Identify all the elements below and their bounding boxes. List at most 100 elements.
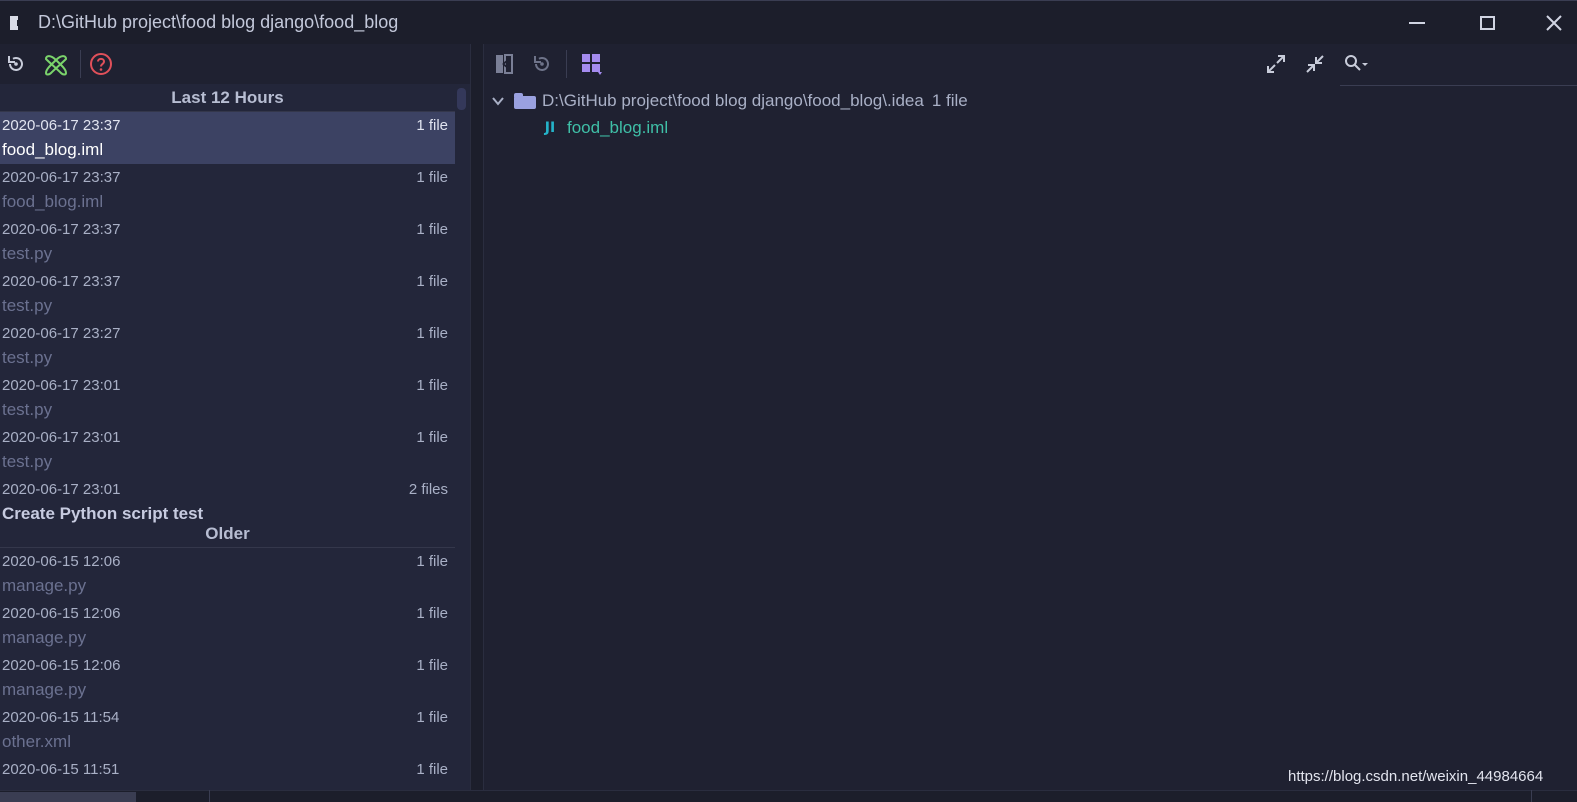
horizontal-scrollbar[interactable]	[0, 790, 1577, 802]
entry-file-count: 1 file	[416, 169, 448, 186]
entry-name: test.py	[2, 296, 53, 315]
close-button[interactable]	[1531, 1, 1577, 45]
entry-timestamp: 2020-06-17 23:37	[2, 117, 121, 134]
entry-name: test.py	[2, 400, 53, 419]
entry-file-count: 1 file	[416, 553, 448, 570]
history-entry[interactable]: 2020-06-17 23:27 1 file test.py	[0, 320, 455, 372]
history-entry[interactable]: 2020-06-17 23:37 1 file food_blog.iml	[0, 112, 455, 164]
changed-files-tree[interactable]: D:\GitHub project\food blog django\food_…	[484, 86, 1577, 790]
search-icon	[1345, 55, 1368, 71]
tree-file-row[interactable]: JI food_blog.iml	[541, 118, 668, 138]
entry-timestamp: 2020-06-17 23:37	[2, 221, 121, 238]
horizontal-scrollbar-thumb[interactable]	[0, 792, 136, 802]
entry-timestamp: 2020-06-17 23:37	[2, 169, 121, 186]
entry-timestamp: 2020-06-17 23:01	[2, 429, 121, 446]
title-bar: D:\GitHub project\food blog django\food_…	[0, 0, 1577, 44]
entry-timestamp: 2020-06-17 23:01	[2, 481, 121, 498]
entry-name: manage.py	[2, 680, 87, 699]
entry-name: other.xml	[2, 732, 71, 751]
help-button[interactable]	[87, 50, 115, 78]
app-logo-icon	[8, 14, 26, 32]
history-entry[interactable]: 2020-06-17 23:01 1 file test.py	[0, 424, 455, 476]
entry-file-count: 1 file	[416, 325, 448, 342]
history-entry[interactable]: 2020-06-17 23:37 1 file test.py	[0, 216, 455, 268]
revert-icon	[8, 56, 23, 71]
entry-timestamp: 2020-06-15 12:06	[2, 553, 121, 570]
entry-file-count: 1 file	[416, 657, 448, 674]
local-history-list[interactable]: Last 12 Hours 2020-06-17 23:37 1 file fo…	[0, 84, 470, 790]
scrollbar-divider	[209, 790, 210, 802]
changes-toolbar	[484, 44, 1577, 86]
collapse-all-button[interactable]	[1301, 50, 1329, 78]
search-button[interactable]	[1342, 50, 1370, 78]
revert-changes-icon	[534, 56, 549, 71]
entry-file-count: 1 file	[416, 117, 448, 134]
scrollbar-divider	[1531, 790, 1532, 802]
folder-path: D:\GitHub project\food blog django\food_…	[542, 91, 924, 110]
collapse-all-icon	[1306, 55, 1324, 73]
entry-file-count: 1 file	[416, 761, 448, 778]
watermark-text: https://blog.csdn.net/weixin_44984664	[1288, 768, 1544, 785]
history-entry[interactable]: 2020-06-15 12:06 1 file manage.py	[0, 600, 455, 652]
show-diff-button[interactable]	[42, 50, 70, 78]
entry-timestamp: 2020-06-15 11:54	[2, 709, 120, 726]
group-header-last-12-hours: Last 12 Hours	[0, 84, 455, 112]
compare-button[interactable]	[490, 50, 518, 78]
folder-icon	[514, 93, 536, 109]
entry-file-count: 1 file	[416, 605, 448, 622]
expand-all-button[interactable]	[1262, 50, 1290, 78]
expand-all-icon	[1267, 55, 1285, 73]
entry-name: test.py	[2, 244, 53, 263]
pane-splitter[interactable]	[470, 44, 484, 802]
entry-name: food_blog.iml	[2, 140, 104, 159]
entry-file-count: 1 file	[416, 709, 448, 726]
history-entry[interactable]: 2020-06-17 23:37 1 file food_blog.iml	[0, 164, 455, 216]
maximize-button[interactable]	[1464, 1, 1510, 45]
history-entry[interactable]: 2020-06-15 12:06 1 file manage.py	[0, 652, 455, 704]
entry-timestamp: 2020-06-17 23:27	[2, 325, 121, 342]
minimize-icon	[1409, 22, 1425, 24]
search-field[interactable]	[1340, 44, 1577, 86]
entry-timestamp: 2020-06-15 11:51	[2, 761, 120, 778]
history-toolbar	[0, 44, 470, 84]
revert-button[interactable]	[2, 50, 30, 78]
help-icon	[90, 53, 112, 75]
group-by-button[interactable]	[578, 50, 606, 78]
entry-file-count: 1 file	[416, 377, 448, 394]
group-by-icon	[582, 54, 602, 75]
close-icon	[1546, 15, 1562, 31]
history-entry[interactable]: 2020-06-17 23:01 1 file test.py	[0, 372, 455, 424]
entry-name: food_blog.iml	[2, 192, 104, 211]
entry-name: manage.py	[2, 576, 87, 595]
entry-file-count: 1 file	[416, 221, 448, 238]
compare-icon	[496, 54, 513, 74]
entry-file-count: 2 files	[408, 481, 448, 498]
toolbar-separator	[566, 50, 567, 78]
minimize-button[interactable]	[1394, 1, 1440, 45]
chevron-down-icon[interactable]	[490, 93, 506, 109]
entry-name: manage.py	[2, 628, 87, 647]
history-entry[interactable]: 2020-06-17 23:37 1 file test.py	[0, 268, 455, 320]
tree-folder-row[interactable]: D:\GitHub project\food blog django\food_…	[490, 91, 968, 111]
show-diff-icon	[44, 55, 68, 76]
entry-file-count: 1 file	[416, 273, 448, 290]
window-title: D:\GitHub project\food blog django\food_…	[38, 12, 399, 32]
history-entry[interactable]: 2020-06-15 11:51 1 file	[0, 756, 455, 790]
revert-changes-button[interactable]	[528, 50, 556, 78]
entry-name: test.py	[2, 452, 53, 471]
history-entry[interactable]: 2020-06-15 11:54 1 file other.xml	[0, 704, 455, 756]
history-scrollbar-thumb[interactable]	[457, 88, 466, 110]
entry-timestamp: 2020-06-17 23:01	[2, 377, 121, 394]
iml-file-icon: JI	[544, 120, 556, 136]
toolbar-separator	[80, 50, 81, 78]
group-header-older: Older	[0, 520, 455, 548]
entry-timestamp: 2020-06-15 12:06	[2, 605, 121, 622]
entry-file-count: 1 file	[416, 429, 448, 446]
history-entry[interactable]: 2020-06-17 23:01 2 files Create Python s…	[0, 476, 455, 523]
entry-name: test.py	[2, 348, 53, 367]
history-entry[interactable]: 2020-06-15 12:06 1 file manage.py	[0, 548, 455, 600]
folder-file-count: 1 file	[931, 91, 968, 110]
file-name: food_blog.iml	[567, 118, 669, 137]
entry-timestamp: 2020-06-15 12:06	[2, 657, 121, 674]
entry-timestamp: 2020-06-17 23:37	[2, 273, 121, 290]
